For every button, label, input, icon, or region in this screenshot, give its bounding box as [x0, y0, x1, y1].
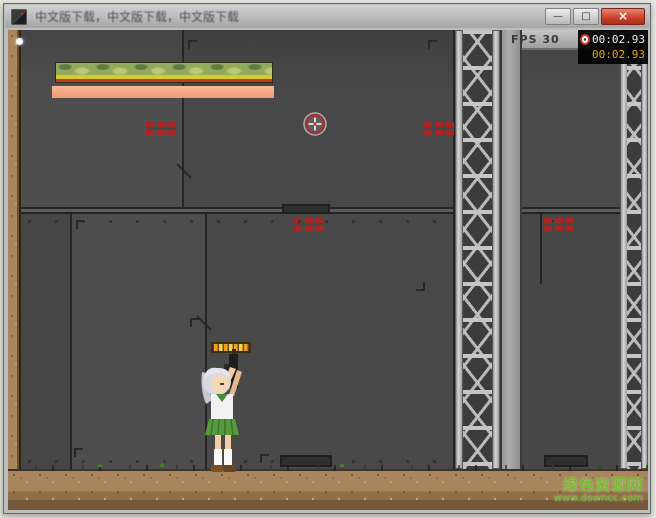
- grass-tuft: [96, 461, 104, 467]
- grass-edge: [21, 465, 648, 471]
- dirt-wall-left: [8, 30, 21, 510]
- corner-bracket: [428, 40, 437, 49]
- health-bar-fill: [56, 63, 272, 75]
- white-particle: [16, 38, 23, 45]
- corner-bracket: [416, 282, 425, 291]
- health-bar-secondary: [52, 86, 274, 98]
- timer-secondary: 00:02.93: [592, 48, 645, 61]
- health-bar-red-band: [56, 79, 272, 82]
- truss-rail: [641, 30, 648, 469]
- red-vent: [146, 122, 176, 135]
- corner-bracket: [74, 448, 83, 457]
- fps-value: 30: [542, 33, 559, 46]
- red-vent: [544, 218, 574, 231]
- close-button[interactable]: ×: [601, 8, 645, 25]
- wall-shading: [8, 30, 648, 510]
- dirt-ground: [8, 469, 648, 510]
- window-controls: — □ ×: [545, 8, 645, 25]
- steel-truss-right: [620, 30, 648, 469]
- maximize-button[interactable]: □: [573, 8, 599, 25]
- panel-seam: [21, 207, 453, 214]
- grass-tuft: [338, 461, 346, 467]
- corner-bracket: [188, 40, 197, 49]
- timer-panel: 00:02.93 00:02.93: [578, 30, 648, 64]
- game-viewport[interactable]: FPS 30 00:02.93 00:02.93 绿色资源网 www.downc…: [8, 30, 648, 510]
- truss-rail: [455, 30, 463, 469]
- player-character: [198, 342, 254, 474]
- wall-recess: [282, 204, 330, 214]
- corner-bracket: [190, 318, 199, 327]
- truss-lattice: [463, 30, 492, 469]
- health-bar: [55, 62, 273, 83]
- red-vent: [424, 122, 454, 135]
- timer-primary: 00:02.93: [592, 33, 645, 46]
- minimize-button[interactable]: —: [545, 8, 571, 25]
- panel-seam: [182, 30, 184, 207]
- fps-label: FPS: [511, 33, 538, 46]
- grass-tuft: [158, 461, 166, 467]
- truss-lattice: [627, 30, 641, 469]
- crosshair-cursor: [302, 111, 328, 137]
- watermark-site-name: 绿色资源网: [554, 477, 643, 494]
- titlebar[interactable]: 中文版下载，中文版下载，中文版下载 — □ ×: [5, 5, 649, 28]
- truss-rail: [492, 30, 500, 469]
- clock-icon: [580, 34, 590, 45]
- watermark: 绿色资源网 www.downcc.com: [554, 477, 643, 505]
- game-window: 中文版下载，中文版下载，中文版下载 — □ ×: [3, 3, 651, 514]
- concrete-pillar: [500, 30, 522, 469]
- panel-seam: [540, 214, 542, 284]
- panel-seam: [522, 207, 620, 214]
- panel-seam: [70, 214, 72, 469]
- steel-truss-left: [455, 30, 500, 469]
- watermark-site-url: www.downcc.com: [554, 493, 643, 504]
- window-title: 中文版下载，中文版下载，中文版下载: [35, 8, 545, 25]
- rivet-row: [28, 220, 443, 223]
- fps-counter: FPS 30: [511, 33, 560, 46]
- window-icon: [11, 9, 27, 25]
